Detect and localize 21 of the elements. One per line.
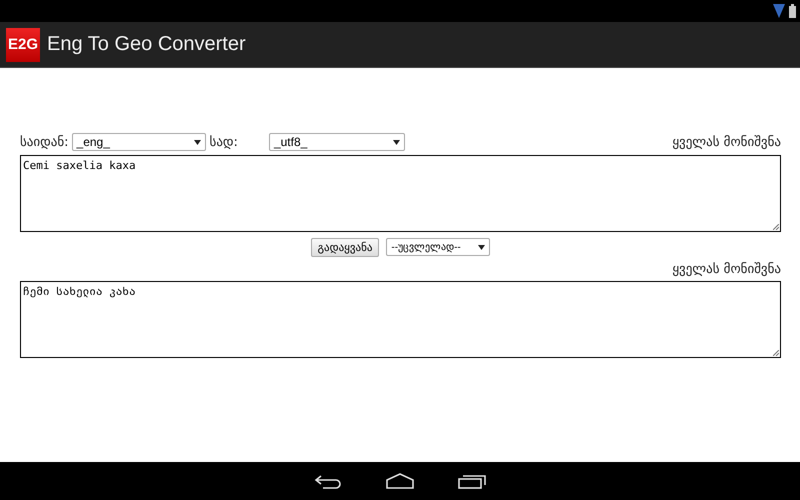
wifi-icon (773, 4, 785, 18)
from-select[interactable]: _eng_ (72, 133, 206, 151)
resize-grip-icon (773, 224, 779, 230)
from-label: საიდან: (20, 134, 69, 150)
resize-grip-icon (773, 350, 779, 356)
input-field[interactable]: Cemi saxelia kaxa (20, 155, 781, 232)
caret-icon (478, 244, 486, 250)
battery-icon (789, 4, 796, 18)
caret-icon (392, 140, 400, 144)
select-all-link[interactable]: ყველას მონიშვნა (672, 262, 781, 276)
recent-apps-icon[interactable] (457, 472, 487, 490)
select-all-link[interactable]: ყველას მონიშვნა (672, 134, 781, 150)
mode-select[interactable]: --უცვლელად-- (386, 238, 490, 256)
to-select[interactable]: _utf8_ (268, 133, 405, 151)
app-logo: E2G (6, 28, 40, 62)
app-title: Eng To Geo Converter (47, 33, 246, 56)
convert-button[interactable]: გადაყვანა (310, 238, 380, 256)
to-label: სად: (210, 134, 238, 150)
caret-icon (194, 140, 201, 144)
home-icon[interactable] (385, 472, 415, 490)
output-field[interactable]: ჩემი სახელია კახა (20, 281, 781, 358)
